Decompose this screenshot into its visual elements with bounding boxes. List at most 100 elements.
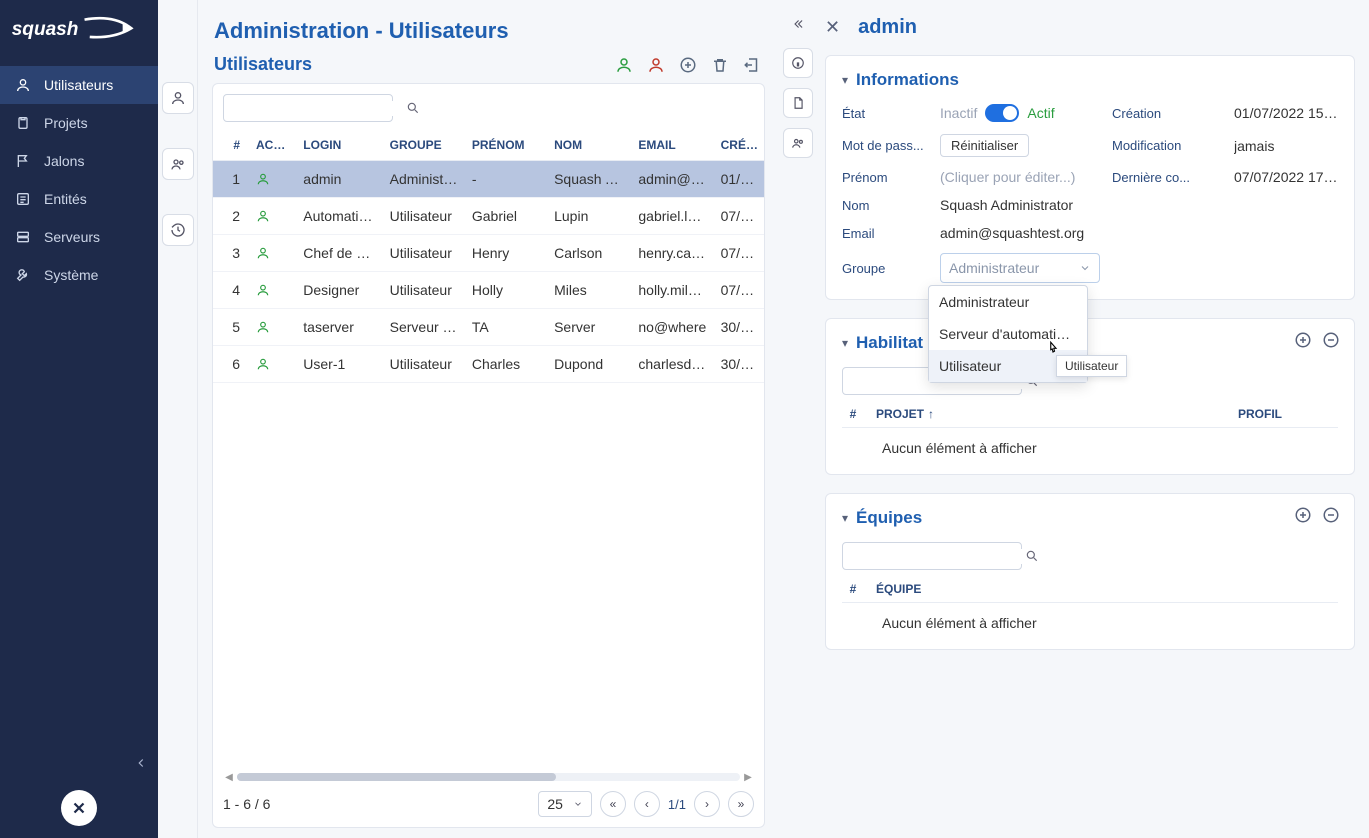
trash-icon[interactable]	[711, 56, 729, 74]
teams-search-input[interactable]	[849, 549, 1025, 564]
remove-habilitation-icon[interactable]	[1322, 331, 1340, 349]
nav-jalons[interactable]: Jalons	[0, 142, 158, 180]
actif-label: Actif	[1027, 105, 1054, 121]
row-groupe: Utilisateur	[384, 198, 466, 235]
brand-logo: squash	[0, 0, 158, 60]
last-connection-label: Dernière co...	[1112, 170, 1222, 185]
row-email: gabriel.lupin...	[632, 198, 714, 235]
row-num: 4	[213, 272, 250, 309]
collapse-sidebar-button[interactable]	[0, 748, 158, 778]
col-groupe[interactable]: GROUPE	[384, 130, 466, 161]
col-email[interactable]: EMAIL	[632, 130, 714, 161]
scroll-left-icon[interactable]: ◀	[223, 771, 235, 783]
table-row[interactable]: 5taserverServeur d'a...TAServerno@where3…	[213, 309, 764, 346]
teams-panel: ▾ Équipes # ÉQUIPE Aucun élément à affic…	[825, 493, 1355, 650]
col-login[interactable]: LOGIN	[297, 130, 383, 161]
toolbar	[615, 56, 761, 74]
detail-teams-tab[interactable]	[783, 128, 813, 158]
row-groupe: Serveur d'a...	[384, 309, 466, 346]
search-icon[interactable]	[1025, 549, 1039, 563]
main: Administration - Utilisateurs Utilisateu…	[198, 0, 781, 838]
add-habilitation-icon[interactable]	[1294, 331, 1312, 349]
row-cree: 30/09,	[715, 309, 764, 346]
last-page-button[interactable]: »	[728, 791, 754, 817]
dropdown-option[interactable]: Administrateur	[929, 286, 1087, 318]
grid-search-input[interactable]	[230, 101, 406, 116]
table-row[interactable]: 1adminAdministra...-Squash Adm...admin@s…	[213, 161, 764, 198]
page-size-select[interactable]: 25	[538, 791, 592, 817]
chevron-down-icon[interactable]: ▾	[842, 73, 848, 87]
sort-asc-icon: ↑	[928, 407, 934, 421]
row-actif	[250, 161, 297, 198]
collapse-detail-button[interactable]	[783, 10, 813, 38]
active-toggle[interactable]	[985, 104, 1019, 122]
row-email: no@where	[632, 309, 714, 346]
email-value[interactable]: admin@squashtest.org	[940, 225, 1100, 241]
nav-utilisateurs[interactable]: Utilisateurs	[0, 66, 158, 104]
nav-serveurs[interactable]: Serveurs	[0, 218, 158, 256]
first-page-button[interactable]: «	[600, 791, 626, 817]
add-active-user-icon[interactable]	[615, 56, 633, 74]
scroll-right-icon[interactable]: ▶	[742, 771, 754, 783]
export-icon[interactable]	[743, 56, 761, 74]
row-login: Automaticien	[297, 198, 383, 235]
dropdown-option[interactable]: Serveur d'automatisati...	[929, 318, 1087, 350]
password-label: Mot de pass...	[842, 138, 928, 153]
horizontal-scrollbar[interactable]: ◀ ▶	[223, 771, 754, 783]
col-prenom[interactable]: PRÉNOM	[466, 130, 548, 161]
detail-info-tab[interactable]	[783, 48, 813, 78]
list-icon	[14, 190, 32, 208]
col-actif[interactable]: ACTIF	[250, 130, 297, 161]
row-cree: 07/07,	[715, 235, 764, 272]
row-num: 6	[213, 346, 250, 383]
strip-history-button[interactable]	[162, 214, 194, 246]
search-icon[interactable]	[406, 101, 420, 115]
remove-team-icon[interactable]	[1322, 506, 1340, 524]
row-nom: Squash Adm...	[548, 161, 632, 198]
chevron-down-icon[interactable]: ▾	[842, 511, 848, 525]
chevron-down-icon[interactable]: ▾	[842, 336, 848, 350]
reset-password-button[interactable]: Réinitialiser	[940, 134, 1029, 157]
row-cree: 01/07,	[715, 161, 764, 198]
teams-table-head: # ÉQUIPE	[842, 582, 1338, 603]
nav-projets[interactable]: Projets	[0, 104, 158, 142]
strip-teams-button[interactable]	[162, 148, 194, 180]
clipboard-icon	[14, 114, 32, 132]
modification-value: jamais	[1234, 138, 1338, 154]
teams-panel-title: Équipes	[856, 508, 922, 528]
table-row[interactable]: 3Chef de projetUtilisateurHenryCarlsonhe…	[213, 235, 764, 272]
users-grid: # ACTIF LOGIN GROUPE PRÉNOM NOM EMAIL CR…	[213, 130, 764, 771]
row-prenom: Charles	[466, 346, 548, 383]
teams-search[interactable]	[842, 542, 1022, 570]
close-detail-button[interactable]: ✕	[825, 17, 840, 38]
add-team-icon[interactable]	[1294, 506, 1312, 524]
sidebar: squash Utilisateurs Projets Jalons Entit…	[0, 0, 158, 838]
close-app-button[interactable]	[61, 790, 97, 826]
nav: Utilisateurs Projets Jalons Entités Serv…	[0, 66, 158, 748]
row-cree: 07/07,	[715, 198, 764, 235]
nom-value[interactable]: Squash Administrator	[940, 197, 1100, 213]
col-nom[interactable]: NOM	[548, 130, 632, 161]
row-cree: 07/07,	[715, 272, 764, 309]
row-num: 3	[213, 235, 250, 272]
prev-page-button[interactable]: ‹	[634, 791, 660, 817]
grid-search[interactable]	[223, 94, 393, 122]
row-email: henry.carlso...	[632, 235, 714, 272]
table-row[interactable]: 2AutomaticienUtilisateurGabrielLupingabr…	[213, 198, 764, 235]
add-icon[interactable]	[679, 56, 697, 74]
flag-icon	[14, 152, 32, 170]
detail-doc-tab[interactable]	[783, 88, 813, 118]
table-row[interactable]: 6User-1UtilisateurCharlesDupondcharlesdu…	[213, 346, 764, 383]
groupe-select[interactable]: Administrateur	[940, 253, 1100, 283]
row-email: admin@squ...	[632, 161, 714, 198]
col-num[interactable]: #	[213, 130, 250, 161]
add-inactive-user-icon[interactable]	[647, 56, 665, 74]
nav-systeme[interactable]: Système	[0, 256, 158, 294]
col-cree[interactable]: CRÉÉ L	[715, 130, 764, 161]
email-label: Email	[842, 226, 928, 241]
prenom-value[interactable]: (Cliquer pour éditer...)	[940, 169, 1100, 185]
nav-entites[interactable]: Entités	[0, 180, 158, 218]
table-row[interactable]: 4DesignerUtilisateurHollyMilesholly.mile…	[213, 272, 764, 309]
next-page-button[interactable]: ›	[694, 791, 720, 817]
strip-users-button[interactable]	[162, 82, 194, 114]
